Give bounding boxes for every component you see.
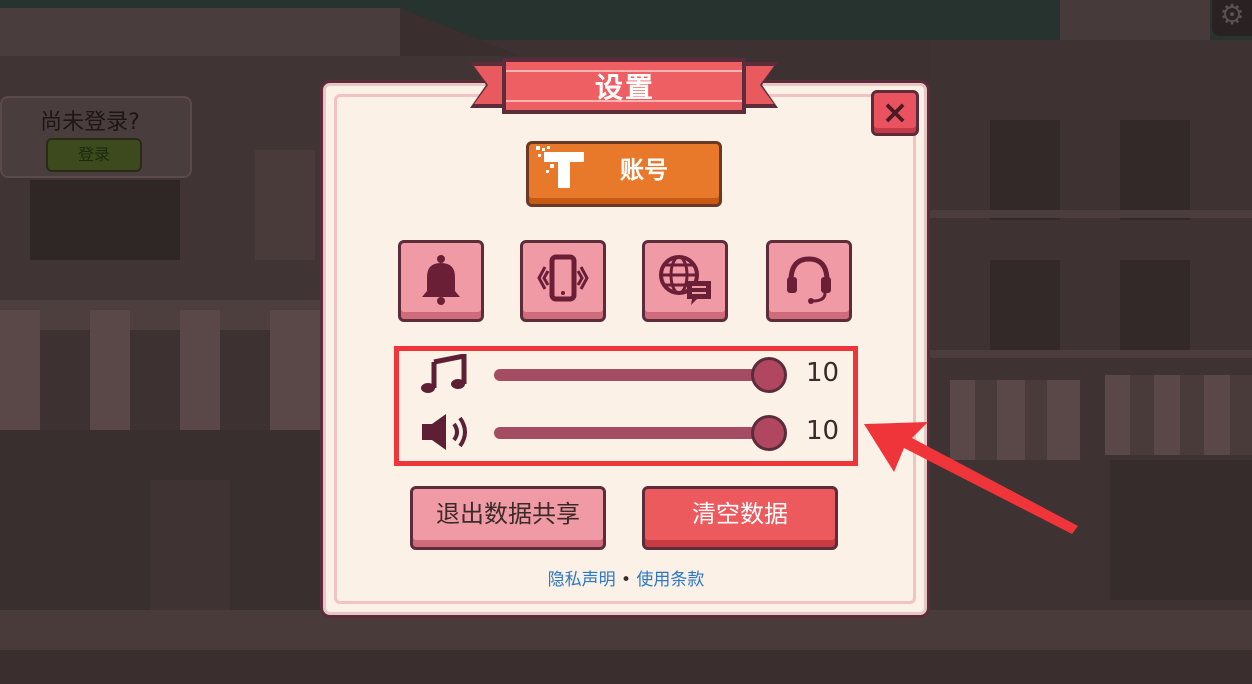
privacy-link[interactable]: 隐私声明 [548, 570, 616, 590]
account-button-label: 账号 [620, 156, 668, 184]
sound-slider-knob[interactable] [751, 415, 787, 451]
notification-button[interactable] [398, 240, 484, 322]
support-headset-icon [787, 256, 831, 304]
vibration-button[interactable] [520, 240, 606, 322]
terms-link[interactable]: 使用条款 [636, 570, 704, 590]
login-prompt: 尚未登录? [40, 110, 140, 135]
speaker-icon [422, 414, 467, 450]
language-icon [659, 255, 711, 305]
legal-links: 隐私声明 • 使用条款 [336, 568, 916, 592]
music-slider-knob[interactable] [751, 357, 787, 393]
support-button[interactable] [766, 240, 852, 322]
sound-slider-track[interactable] [494, 427, 768, 439]
music-volume-value: 10 [806, 358, 840, 388]
music-note-icon [421, 354, 467, 393]
close-button[interactable]: × [871, 90, 919, 136]
gear-icon[interactable]: ⚙ [1212, 0, 1252, 36]
music-slider-track[interactable] [494, 369, 768, 381]
clear-data-button[interactable]: 清空数据 [642, 486, 838, 550]
annotation-arrow [864, 422, 1078, 534]
dialog-title: 设置 [594, 71, 655, 104]
vibration-icon [537, 254, 589, 302]
sound-volume-value: 10 [806, 416, 840, 446]
language-button[interactable] [642, 240, 728, 322]
exit-data-sharing-button[interactable]: 退出数据共享 [410, 486, 606, 550]
account-logo-icon [536, 146, 584, 188]
bell-icon [422, 255, 460, 305]
login-button[interactable]: 登录 [46, 138, 142, 172]
link-separator: • [620, 570, 632, 590]
